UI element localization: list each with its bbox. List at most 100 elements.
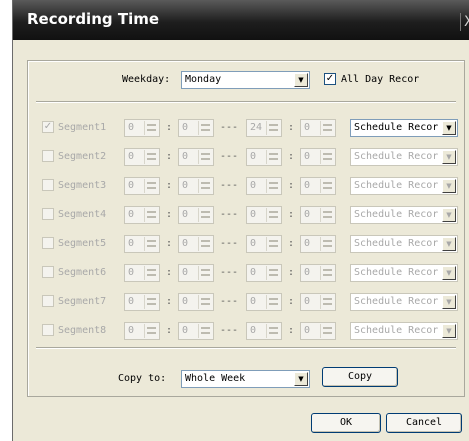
copy-button[interactable]: Copy	[322, 367, 398, 387]
start-hour-spinner[interactable]: 0	[124, 148, 160, 166]
end-hour-spinner[interactable]: 0	[246, 322, 282, 340]
weekday-select[interactable]: Monday ▼	[181, 71, 310, 89]
spin-arrows-icon[interactable]	[144, 295, 158, 309]
spin-arrows-icon[interactable]	[320, 121, 334, 135]
spin-arrows-icon[interactable]	[266, 121, 280, 135]
spin-arrows-icon[interactable]	[198, 324, 212, 338]
segment-label: Segment3	[58, 180, 107, 191]
end-hour-spinner[interactable]: 0	[246, 293, 282, 311]
recording-time-dialog: Recording Time X Weekday: Monday ▼ ✓ All…	[12, 0, 469, 441]
segment-checkbox[interactable]	[42, 324, 54, 336]
spin-arrows-icon[interactable]	[144, 208, 158, 222]
spin-arrows-icon[interactable]	[198, 179, 212, 193]
segment-checkbox[interactable]	[42, 237, 54, 249]
start-minute-spinner[interactable]: 0	[178, 177, 214, 195]
start-hour-spinner[interactable]: 0	[124, 206, 160, 224]
spin-arrows-icon[interactable]	[320, 179, 334, 193]
close-icon[interactable]: X	[460, 13, 469, 31]
time-colon: :	[288, 267, 295, 278]
end-hour-spinner[interactable]: 0	[246, 206, 282, 224]
segment-checkbox[interactable]	[42, 208, 54, 220]
record-type-select[interactable]: Schedule Recor ▼	[350, 293, 458, 311]
end-hour-spinner[interactable]: 0	[246, 148, 282, 166]
end-minute-spinner[interactable]: 0	[300, 322, 336, 340]
spin-value: 0	[304, 296, 311, 307]
spin-value: 0	[128, 296, 135, 307]
spin-arrows-icon[interactable]	[266, 179, 280, 193]
spin-arrows-icon[interactable]	[320, 150, 334, 164]
spin-arrows-icon[interactable]	[320, 237, 334, 251]
spin-arrows-icon[interactable]	[198, 295, 212, 309]
end-minute-spinner[interactable]: 0	[300, 177, 336, 195]
spin-value: 0	[250, 209, 257, 220]
all-day-checkbox[interactable]: ✓	[324, 73, 336, 85]
end-hour-spinner[interactable]: 0	[246, 177, 282, 195]
chevron-down-icon: ▼	[294, 73, 308, 87]
segment-checkbox[interactable]	[42, 295, 54, 307]
end-minute-spinner[interactable]: 0	[300, 148, 336, 166]
end-minute-spinner[interactable]: 0	[300, 235, 336, 253]
end-hour-spinner[interactable]: 0	[246, 264, 282, 282]
record-type-select[interactable]: Schedule Recor ▼	[350, 264, 458, 282]
copy-to-select[interactable]: Whole Week ▼	[181, 370, 310, 388]
record-type-select[interactable]: Schedule Recor ▼	[350, 148, 458, 166]
spin-arrows-icon[interactable]	[198, 150, 212, 164]
spin-arrows-icon[interactable]	[144, 324, 158, 338]
spin-value: 0	[128, 151, 135, 162]
start-minute-spinner[interactable]: 0	[178, 235, 214, 253]
window-title: Recording Time	[27, 10, 160, 28]
start-hour-spinner[interactable]: 0	[124, 293, 160, 311]
start-hour-spinner[interactable]: 0	[124, 177, 160, 195]
end-minute-spinner[interactable]: 0	[300, 206, 336, 224]
spin-arrows-icon[interactable]	[144, 266, 158, 280]
spin-arrows-icon[interactable]	[266, 324, 280, 338]
start-hour-spinner[interactable]: 0	[124, 322, 160, 340]
start-hour-spinner[interactable]: 0	[124, 264, 160, 282]
record-type-value: Schedule Recor	[354, 180, 439, 191]
spin-arrows-icon[interactable]	[198, 121, 212, 135]
spin-arrows-icon[interactable]	[144, 179, 158, 193]
start-minute-spinner[interactable]: 0	[178, 293, 214, 311]
start-minute-spinner[interactable]: 0	[178, 322, 214, 340]
start-minute-spinner[interactable]: 0	[178, 148, 214, 166]
spin-arrows-icon[interactable]	[320, 266, 334, 280]
spin-arrows-icon[interactable]	[144, 121, 158, 135]
record-type-select[interactable]: Schedule Recor ▼	[350, 119, 458, 137]
spin-arrows-icon[interactable]	[266, 150, 280, 164]
spin-arrows-icon[interactable]	[320, 324, 334, 338]
start-minute-spinner[interactable]: 0	[178, 264, 214, 282]
spin-arrows-icon[interactable]	[266, 237, 280, 251]
end-minute-spinner[interactable]: 0	[300, 119, 336, 137]
end-minute-spinner[interactable]: 0	[300, 293, 336, 311]
start-hour-spinner[interactable]: 0	[124, 119, 160, 137]
end-minute-spinner[interactable]: 0	[300, 264, 336, 282]
start-minute-spinner[interactable]: 0	[178, 206, 214, 224]
spin-arrows-icon[interactable]	[266, 266, 280, 280]
spin-arrows-icon[interactable]	[266, 208, 280, 222]
spin-value: 0	[182, 238, 189, 249]
ok-button[interactable]: OK	[311, 413, 381, 433]
end-hour-spinner[interactable]: 24	[246, 119, 282, 137]
segment-checkbox[interactable]	[42, 179, 54, 191]
start-minute-spinner[interactable]: 0	[178, 119, 214, 137]
spin-arrows-icon[interactable]	[144, 237, 158, 251]
record-type-select[interactable]: Schedule Recor ▼	[350, 177, 458, 195]
spin-arrows-icon[interactable]	[144, 150, 158, 164]
record-type-select[interactable]: Schedule Recor ▼	[350, 235, 458, 253]
segment-checkbox[interactable]: ✓	[42, 121, 54, 133]
segment-checkbox[interactable]	[42, 150, 54, 162]
spin-value: 0	[128, 325, 135, 336]
spin-arrows-icon[interactable]	[198, 208, 212, 222]
spin-arrows-icon[interactable]	[198, 237, 212, 251]
end-hour-spinner[interactable]: 0	[246, 235, 282, 253]
spin-arrows-icon[interactable]	[266, 295, 280, 309]
cancel-button[interactable]: Cancel	[386, 413, 462, 433]
spin-arrows-icon[interactable]	[320, 295, 334, 309]
spin-arrows-icon[interactable]	[320, 208, 334, 222]
spin-arrows-icon[interactable]	[198, 266, 212, 280]
segment-checkbox[interactable]	[42, 266, 54, 278]
start-hour-spinner[interactable]: 0	[124, 235, 160, 253]
record-type-select[interactable]: Schedule Recor ▼	[350, 206, 458, 224]
time-colon: :	[166, 122, 173, 133]
record-type-select[interactable]: Schedule Recor ▼	[350, 322, 458, 340]
